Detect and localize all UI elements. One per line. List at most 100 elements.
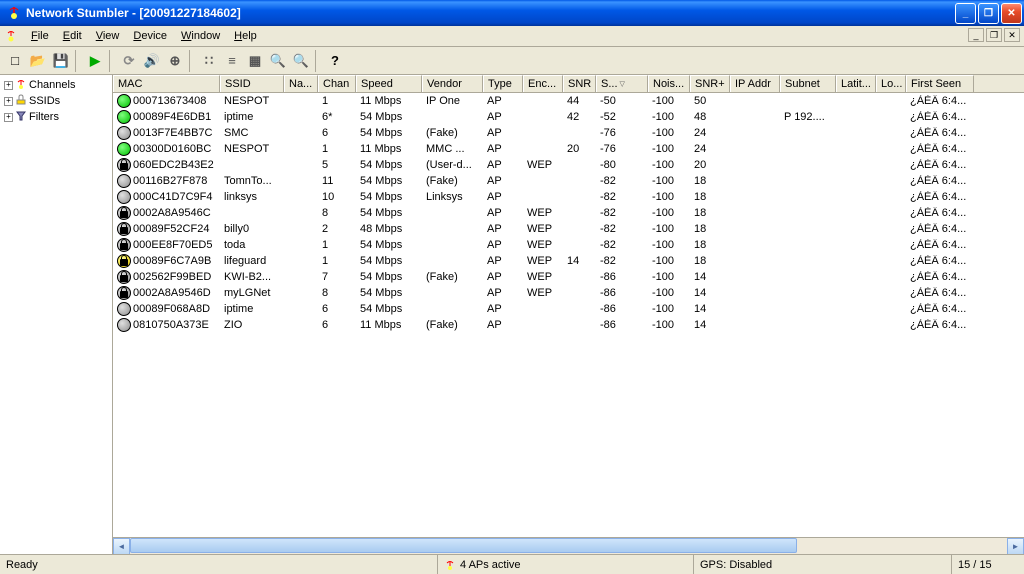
cell-speed: 54 Mbps xyxy=(356,127,422,139)
doc-icon[interactable] xyxy=(4,29,18,43)
network-row[interactable]: 00089F6C7A9Blifeguard154 MbpsAPWEP14-82-… xyxy=(113,253,1024,269)
column-latit[interactable]: Latit... xyxy=(836,75,876,92)
cell-ssid: linksys xyxy=(220,191,284,203)
cell-type: AP xyxy=(483,175,523,187)
cell-speed: 54 Mbps xyxy=(356,207,422,219)
cell-first: ¿ÀÈÄ 6:4... xyxy=(906,191,974,203)
cell-ssid: billy0 xyxy=(220,223,284,235)
network-row[interactable]: 060EDC2B43E2554 Mbps(User-d...APWEP-80-1… xyxy=(113,157,1024,173)
network-row[interactable]: 000EE8F70ED5toda154 MbpsAPWEP-82-10018¿À… xyxy=(113,237,1024,253)
tree-item-ssids[interactable]: + SSIDs xyxy=(2,93,110,109)
cell-enc: WEP xyxy=(523,271,563,283)
cell-type: AP xyxy=(483,271,523,283)
column-speed[interactable]: Speed xyxy=(356,75,422,92)
mdi-restore-button[interactable]: ❐ xyxy=(986,28,1002,42)
help-icon[interactable]: ? xyxy=(324,50,346,72)
new-icon[interactable]: □ xyxy=(4,50,26,72)
network-row[interactable]: 0002A8A9546DmyLGNet854 MbpsAPWEP-86-1001… xyxy=(113,285,1024,301)
network-row[interactable]: 00089F068A8Diptime654 MbpsAP-86-10014¿ÀÈ… xyxy=(113,301,1024,317)
signal-icon xyxy=(117,142,131,156)
cell-snr: 44 xyxy=(563,95,596,107)
cell-type: AP xyxy=(483,159,523,171)
view3-icon[interactable]: ▦ xyxy=(244,50,266,72)
cell-type: AP xyxy=(483,127,523,139)
column-snr[interactable]: SNR xyxy=(563,75,596,92)
tree-item-channels[interactable]: +Channels xyxy=(2,77,110,93)
expand-icon[interactable]: + xyxy=(4,97,13,106)
cell-first: ¿ÀÈÄ 6:4... xyxy=(906,239,974,251)
network-row[interactable]: 0002A8A9546C854 MbpsAPWEP-82-10018¿ÀÈÄ 6… xyxy=(113,205,1024,221)
cell-noise: -100 xyxy=(648,95,690,107)
save-icon[interactable]: 💾 xyxy=(50,50,72,72)
cell-speed: 54 Mbps xyxy=(356,191,422,203)
sound-icon[interactable]: 🔊 xyxy=(141,50,163,72)
cell-noise: -100 xyxy=(648,207,690,219)
minimize-button[interactable]: _ xyxy=(955,3,976,24)
cell-vendor: Linksys xyxy=(422,191,483,203)
tree-label: SSIDs xyxy=(29,95,60,107)
cell-s: -82 xyxy=(596,191,648,203)
column-chan[interactable]: Chan xyxy=(318,75,356,92)
zoomout-icon[interactable]: 🔍 xyxy=(290,50,312,72)
horizontal-scrollbar[interactable]: ◄ ► xyxy=(113,537,1024,554)
column-enc[interactable]: Enc... xyxy=(523,75,563,92)
menu-bar: FileEditViewDeviceWindowHelp _ ❐ ✕ xyxy=(0,26,1024,47)
scroll-track[interactable] xyxy=(130,538,1007,555)
cell-s: -86 xyxy=(596,319,648,331)
column-ipaddr[interactable]: IP Addr xyxy=(730,75,780,92)
column-ssid[interactable]: SSID xyxy=(220,75,284,92)
mdi-minimize-button[interactable]: _ xyxy=(968,28,984,42)
cell-speed: 11 Mbps xyxy=(356,95,422,107)
open-icon[interactable]: 📂 xyxy=(27,50,49,72)
column-s[interactable]: S...▽ xyxy=(596,75,648,92)
play-icon[interactable]: ▶ xyxy=(84,50,106,72)
menu-window[interactable]: Window xyxy=(174,28,227,44)
scroll-right-button[interactable]: ► xyxy=(1007,538,1024,555)
column-na[interactable]: Na... xyxy=(284,75,318,92)
cell-first: ¿ÀÈÄ 6:4... xyxy=(906,143,974,155)
expand-icon[interactable]: + xyxy=(4,81,13,90)
view2-icon[interactable]: ≡ xyxy=(221,50,243,72)
mdi-close-button[interactable]: ✕ xyxy=(1004,28,1020,42)
list-header: MACSSIDNa...ChanSpeedVendorTypeEnc...SNR… xyxy=(113,75,1024,93)
cell-vendor: MMC ... xyxy=(422,143,483,155)
cell-type: AP xyxy=(483,255,523,267)
antenna-icon xyxy=(15,78,27,93)
column-subnet[interactable]: Subnet xyxy=(780,75,836,92)
network-row[interactable]: 00089F52CF24billy0248 MbpsAPWEP-82-10018… xyxy=(113,221,1024,237)
cell-s: -82 xyxy=(596,255,648,267)
network-row[interactable]: 0013F7E4BB7CSMC654 Mbps(Fake)AP-76-10024… xyxy=(113,125,1024,141)
menu-device[interactable]: Device xyxy=(126,28,174,44)
column-lo[interactable]: Lo... xyxy=(876,75,906,92)
column-vendor[interactable]: Vendor xyxy=(422,75,483,92)
expand-icon[interactable]: + xyxy=(4,113,13,122)
refresh-icon[interactable]: ⟳ xyxy=(118,50,140,72)
column-type[interactable]: Type xyxy=(483,75,523,92)
menu-edit[interactable]: Edit xyxy=(56,28,89,44)
network-row[interactable]: 0810750A373EZIO611 Mbps(Fake)AP-86-10014… xyxy=(113,317,1024,333)
network-row[interactable]: 000713673408NESPOT111 MbpsIP OneAP44-50-… xyxy=(113,93,1024,109)
network-row[interactable]: 002562F99BEDKWI-B2...754 Mbps(Fake)APWEP… xyxy=(113,269,1024,285)
network-row[interactable]: 00300D0160BCNESPOT111 MbpsMMC ...AP20-76… xyxy=(113,141,1024,157)
view1-icon[interactable]: ∷ xyxy=(198,50,220,72)
scroll-left-button[interactable]: ◄ xyxy=(113,538,130,555)
tree-item-filters[interactable]: +Filters xyxy=(2,109,110,125)
network-row[interactable]: 00116B27F878TomnTo...1154 Mbps(Fake)AP-8… xyxy=(113,173,1024,189)
scroll-thumb[interactable] xyxy=(130,538,797,553)
column-mac[interactable]: MAC xyxy=(113,75,220,92)
network-row[interactable]: 000C41D7C9F4linksys1054 MbpsLinksysAP-82… xyxy=(113,189,1024,205)
close-button[interactable]: ✕ xyxy=(1001,3,1022,24)
column-snr[interactable]: SNR+ xyxy=(690,75,730,92)
menu-view[interactable]: View xyxy=(89,28,127,44)
gps-icon[interactable]: ⊕ xyxy=(164,50,186,72)
menu-help[interactable]: Help xyxy=(227,28,264,44)
cell-enc: WEP xyxy=(523,255,563,267)
restore-button[interactable]: ❐ xyxy=(978,3,999,24)
menu-file[interactable]: File xyxy=(24,28,56,44)
cell-first: ¿ÀÈÄ 6:4... xyxy=(906,127,974,139)
cell-mac: 002562F99BED xyxy=(113,270,220,284)
column-nois[interactable]: Nois... xyxy=(648,75,690,92)
column-firstseen[interactable]: First Seen xyxy=(906,75,974,92)
zoomin-icon[interactable]: 🔍 xyxy=(267,50,289,72)
network-row[interactable]: 00089F4E6DB1iptime6*54 MbpsAP42-52-10048… xyxy=(113,109,1024,125)
